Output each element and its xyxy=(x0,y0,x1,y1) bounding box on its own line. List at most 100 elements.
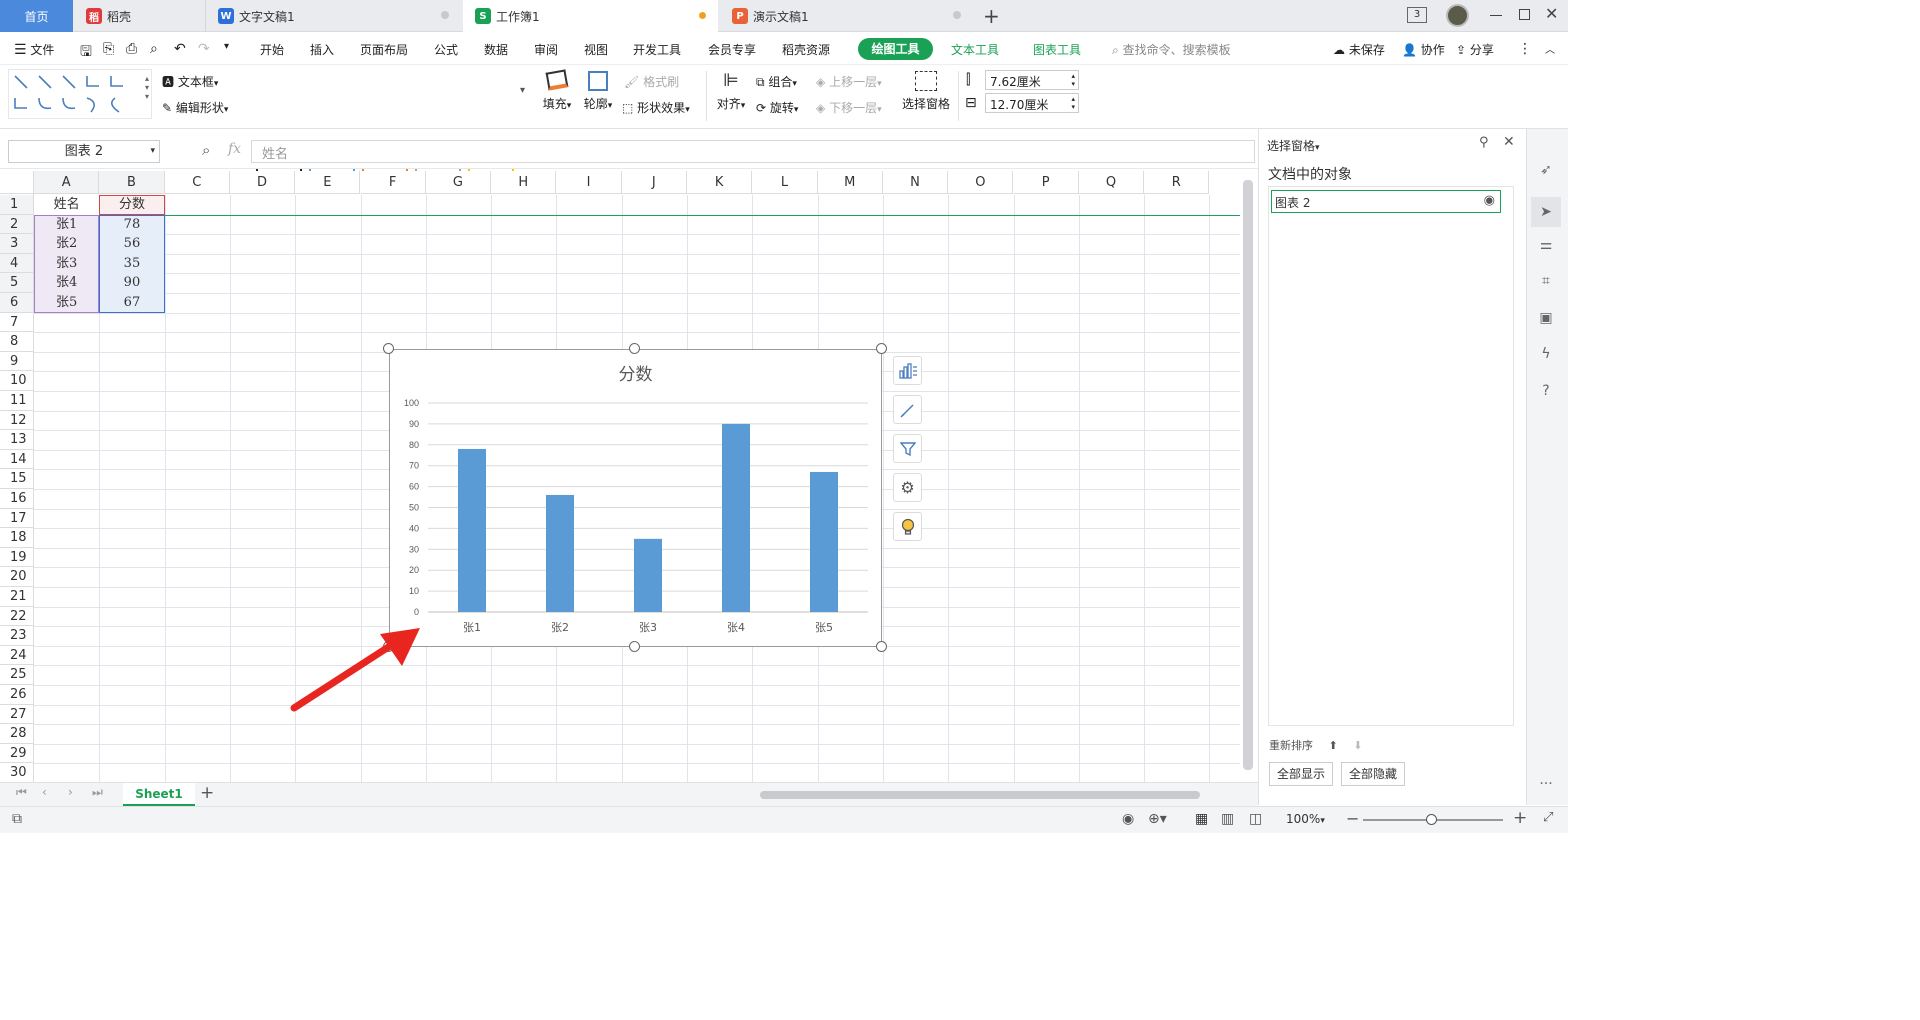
row-header-8[interactable]: 8 xyxy=(0,332,33,352)
hide-all-button[interactable]: 全部隐藏 xyxy=(1341,762,1405,786)
row-header-19[interactable]: 19 xyxy=(0,548,33,568)
select-all-corner[interactable] xyxy=(0,171,34,194)
zoom-formula-icon[interactable]: ⌕ xyxy=(202,141,210,159)
menu-insert[interactable]: 插入 xyxy=(310,41,334,58)
textbox-button[interactable]: 🅰 文本框▾ xyxy=(162,73,218,90)
align-button[interactable]: ⊫ 对齐▾ xyxy=(714,71,748,112)
crop-icon[interactable]: ⌗ xyxy=(1536,273,1556,293)
row-header-29[interactable]: 29 xyxy=(0,744,33,764)
resize-handle[interactable] xyxy=(876,641,887,652)
avatar[interactable] xyxy=(1446,4,1469,27)
zoom-in-icon[interactable]: + xyxy=(1513,808,1527,828)
image-edit-icon[interactable]: ▣ xyxy=(1536,310,1556,330)
row-header-7[interactable]: 7 xyxy=(0,313,33,333)
cell-a2[interactable]: 张1 xyxy=(34,215,99,235)
column-header-q[interactable]: Q xyxy=(1078,171,1145,194)
print-preview-icon[interactable]: ⌕ xyxy=(150,41,158,57)
tab-close-icon[interactable] xyxy=(441,11,449,19)
menu-file[interactable]: ☰ 文件 xyxy=(14,41,54,58)
horizontal-scrollbar[interactable] xyxy=(760,791,1200,799)
row-header-22[interactable]: 22 xyxy=(0,607,33,627)
chart-bar[interactable] xyxy=(546,494,574,612)
bar-chart[interactable]: 分数 0 10 20 30 40 50 60 70 80 90 100 张1 张2 张3 张4 张5 xyxy=(389,349,882,647)
name-box[interactable]: 图表 2 ▾ xyxy=(8,140,160,163)
tab-text-tools[interactable]: 文本工具 xyxy=(951,41,999,58)
gallery-scroll-icon[interactable]: ▴ ▾ ▾ xyxy=(145,74,149,101)
selection-pane-button[interactable]: 选择窗格 xyxy=(900,71,952,112)
row-header-3[interactable]: 3 xyxy=(0,234,33,254)
unsaved-button[interactable]: ☁ 未保存 xyxy=(1333,41,1385,58)
column-header-p[interactable]: P xyxy=(1013,171,1079,194)
restore-icon[interactable] xyxy=(1519,9,1530,20)
pin-icon[interactable]: ⚲ xyxy=(1479,135,1489,150)
vertical-scrollbar[interactable] xyxy=(1243,180,1253,770)
menu-data[interactable]: 数据 xyxy=(484,41,508,58)
shape-effect-button[interactable]: ⬚ 形状效果▾ xyxy=(622,99,690,116)
chart-elements-icon[interactable] xyxy=(893,356,922,385)
close-icon[interactable]: ✕ xyxy=(1503,134,1515,150)
page-layout-view-icon[interactable]: ▥ xyxy=(1221,811,1234,827)
resize-handle[interactable] xyxy=(629,641,640,652)
column-header-j[interactable]: J xyxy=(621,171,687,194)
height-input[interactable]: 7.62厘米 ▴ ▾ xyxy=(985,70,1079,90)
bring-forward-button[interactable]: ◈ 上移一层▾ xyxy=(816,73,882,90)
column-header-d[interactable]: D xyxy=(229,171,296,194)
row-header-18[interactable]: 18 xyxy=(0,528,33,548)
share-button[interactable]: ⇪ 分享 xyxy=(1456,41,1494,58)
chart-bar[interactable] xyxy=(634,538,662,612)
group-button[interactable]: ⧉ 组合▾ xyxy=(756,73,797,90)
cell-b6[interactable]: 67 xyxy=(99,293,164,313)
column-header-g[interactable]: G xyxy=(425,171,492,194)
command-search[interactable]: ⌕ 查找命令、搜索模板 xyxy=(1112,41,1231,58)
resize-handle[interactable] xyxy=(383,343,394,354)
cursor-select-icon[interactable]: ➤ xyxy=(1531,197,1561,227)
cell-a1[interactable]: 姓名 xyxy=(34,195,99,215)
more-menu-icon[interactable]: ⋮ xyxy=(1518,41,1532,57)
collab-button[interactable]: 👤 协作 xyxy=(1402,41,1445,58)
row-header-10[interactable]: 10 xyxy=(0,371,33,391)
eye-protect-icon[interactable]: ◉ xyxy=(1122,811,1134,827)
tab-ppt[interactable]: P 演示文稿1 xyxy=(720,0,975,32)
next-sheet-icon[interactable]: › xyxy=(68,785,73,799)
redo-icon[interactable]: ↷ xyxy=(198,41,210,57)
undo-icon[interactable]: ↶ xyxy=(174,41,186,57)
cell-b1[interactable]: 分数 xyxy=(99,195,164,215)
column-header-o[interactable]: O xyxy=(948,171,1014,194)
more-quick-icon[interactable]: ▾ xyxy=(224,41,229,52)
eye-icon[interactable]: ◉ xyxy=(1484,193,1495,208)
row-header-11[interactable]: 11 xyxy=(0,391,33,411)
row-header-15[interactable]: 15 xyxy=(0,469,33,489)
move-up-icon[interactable]: ⬆ xyxy=(1329,739,1338,752)
format-painter-button[interactable]: 🖌 格式刷 xyxy=(624,73,679,90)
formula-input[interactable]: 姓名 xyxy=(251,140,1255,163)
column-header-n[interactable]: N xyxy=(882,171,949,194)
last-sheet-icon[interactable]: ⏭ xyxy=(92,785,103,800)
row-header-9[interactable]: 9 xyxy=(0,352,33,372)
macro-record-icon[interactable]: ⧉ xyxy=(12,811,22,827)
row-header-4[interactable]: 4 xyxy=(0,253,33,274)
chevron-down-icon[interactable]: ▾ xyxy=(150,141,155,162)
normal-view-icon[interactable]: ▦ xyxy=(1195,811,1208,827)
row-header-12[interactable]: 12 xyxy=(0,411,33,431)
tab-daoke[interactable]: 稻 稻壳 xyxy=(74,0,204,32)
row-header-17[interactable]: 17 xyxy=(0,509,33,529)
row-header-14[interactable]: 14 xyxy=(0,450,33,470)
style-gallery-more-icon[interactable]: ▾ xyxy=(520,85,525,96)
row-header-27[interactable]: 27 xyxy=(0,705,33,725)
column-header-f[interactable]: F xyxy=(360,171,426,194)
export-icon[interactable]: ⎘ xyxy=(103,41,114,57)
row-header-20[interactable]: 20 xyxy=(0,567,33,587)
outline-button[interactable]: 轮廓▾ xyxy=(580,71,616,112)
column-header-b[interactable]: B xyxy=(99,171,165,194)
column-header-m[interactable]: M xyxy=(817,171,883,194)
new-tab-button[interactable]: + xyxy=(983,0,1003,32)
edit-shape-button[interactable]: ✎ 编辑形状▾ xyxy=(162,99,228,116)
row-header-13[interactable]: 13 xyxy=(0,430,33,450)
row-header-2[interactable]: 2 xyxy=(0,214,33,235)
chart-bar[interactable] xyxy=(458,448,486,612)
chart-filter-icon[interactable] xyxy=(893,434,922,463)
fx-icon[interactable]: fx xyxy=(228,141,241,157)
minimize-icon[interactable] xyxy=(1490,15,1502,16)
zoom-out-icon[interactable]: − xyxy=(1346,809,1359,828)
menu-page-layout[interactable]: 页面布局 xyxy=(360,41,408,58)
